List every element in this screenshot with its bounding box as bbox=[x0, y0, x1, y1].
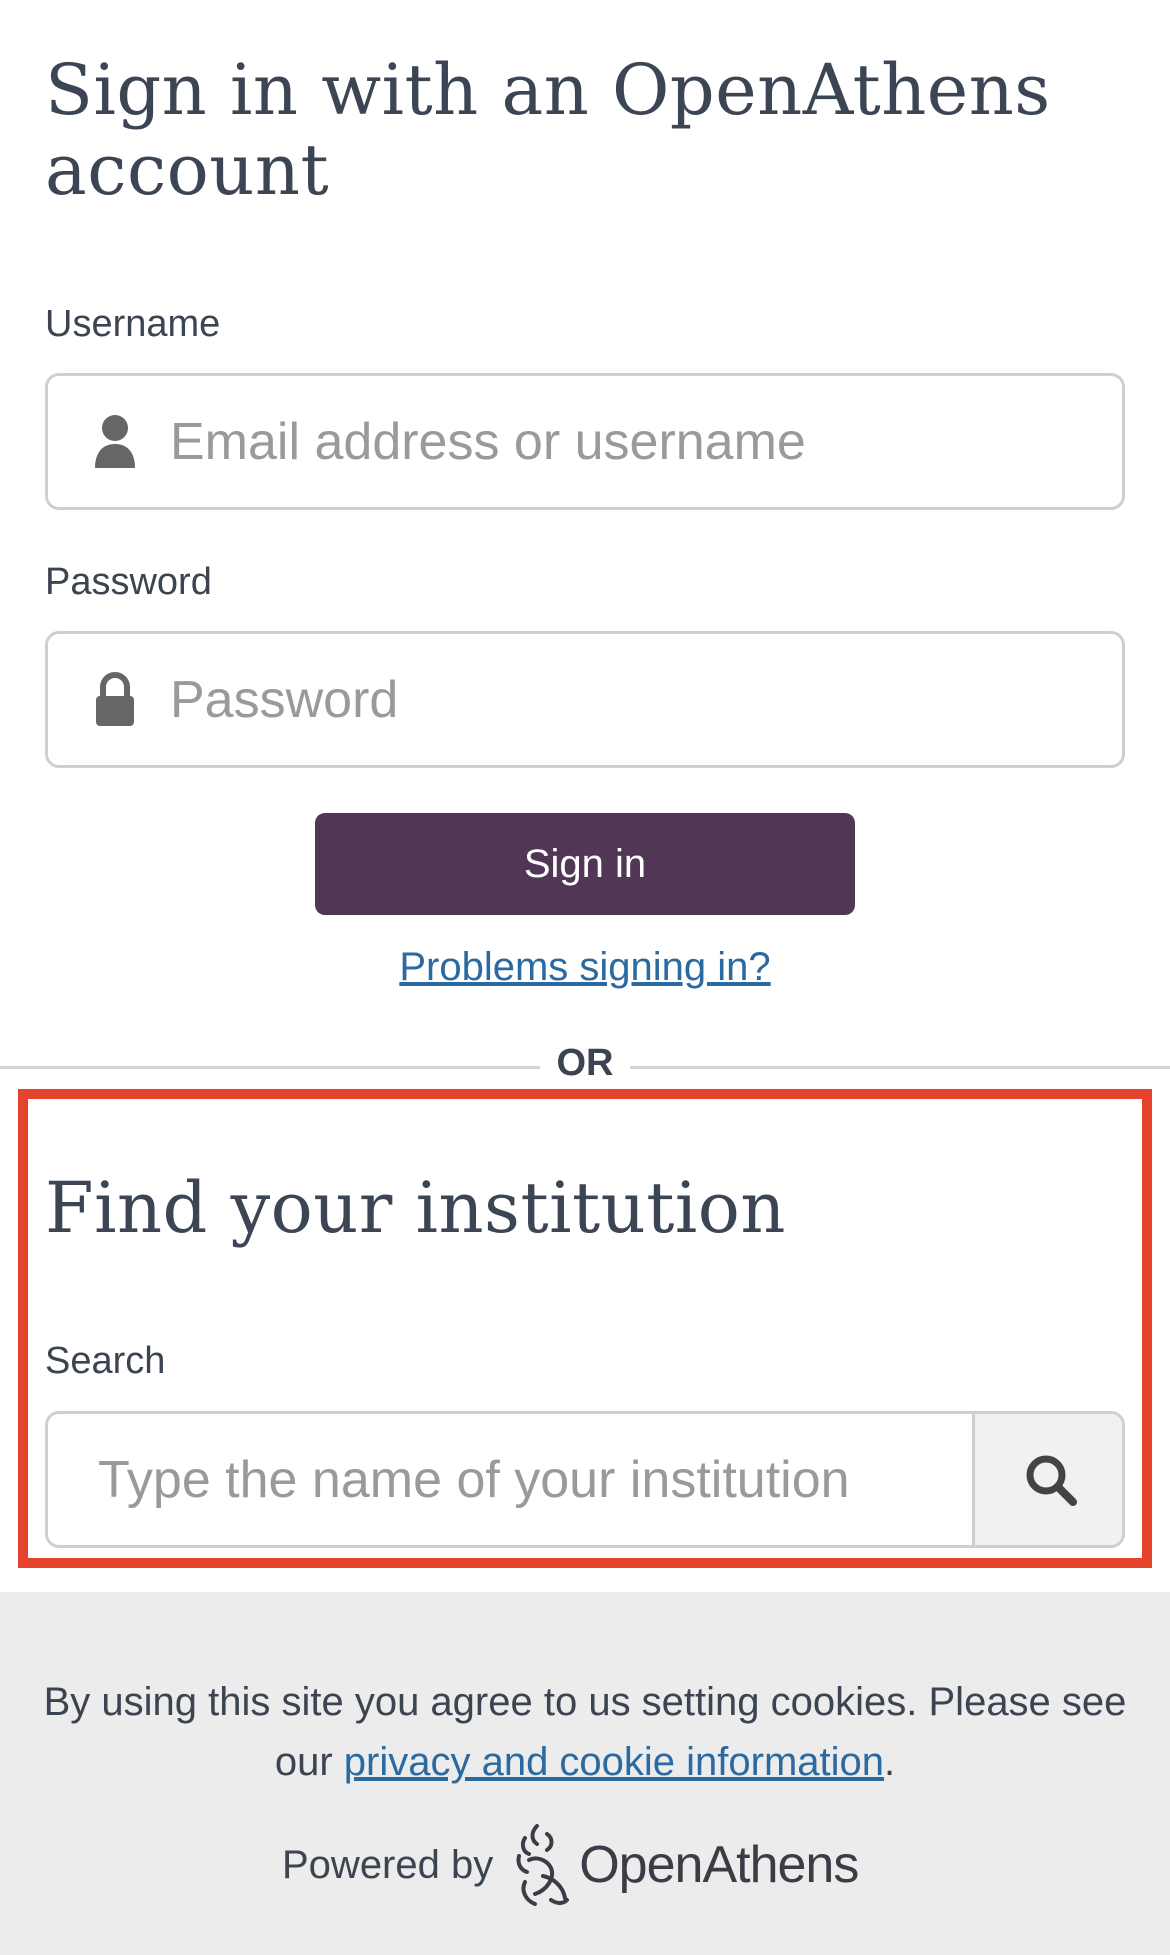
search-label: Search bbox=[45, 1340, 166, 1382]
powered-by-label: Powered by bbox=[282, 1842, 494, 1887]
institution-search-field[interactable] bbox=[45, 1411, 1125, 1548]
username-input[interactable] bbox=[170, 396, 1090, 488]
footer: By using this site you agree to us setti… bbox=[0, 1592, 1170, 1955]
powered-by: Powered by OpenAthens bbox=[282, 1820, 859, 1910]
privacy-cookie-link[interactable]: privacy and cookie information bbox=[344, 1740, 884, 1784]
password-label: Password bbox=[45, 561, 212, 603]
sign-in-button[interactable]: Sign in bbox=[315, 813, 855, 915]
signin-card: Sign in with an OpenAthens account Usern… bbox=[0, 0, 1170, 1592]
or-divider-text: OR bbox=[556, 1042, 614, 1084]
divider-line-right bbox=[630, 1066, 1170, 1069]
institution-search-input[interactable] bbox=[98, 1434, 958, 1526]
password-field[interactable] bbox=[45, 631, 1125, 768]
openathens-logo-icon bbox=[516, 1824, 570, 1906]
cookie-notice: By using this site you agree to us setti… bbox=[40, 1672, 1130, 1792]
cookie-text-after: . bbox=[884, 1740, 896, 1784]
page-title: Sign in with an OpenAthens account bbox=[45, 49, 1051, 211]
search-icon bbox=[1026, 1455, 1077, 1506]
lock-icon bbox=[93, 672, 137, 728]
search-button[interactable] bbox=[972, 1414, 1122, 1545]
openathens-brand-name: OpenAthens bbox=[579, 1836, 859, 1894]
user-icon bbox=[93, 414, 137, 470]
find-institution-title: Find your institution bbox=[45, 1167, 786, 1249]
password-input[interactable] bbox=[170, 654, 1090, 746]
username-field[interactable] bbox=[45, 373, 1125, 510]
problems-signing-in-link[interactable]: Problems signing in? bbox=[0, 945, 1170, 990]
username-label: Username bbox=[45, 303, 221, 345]
divider-line-left bbox=[0, 1066, 540, 1069]
